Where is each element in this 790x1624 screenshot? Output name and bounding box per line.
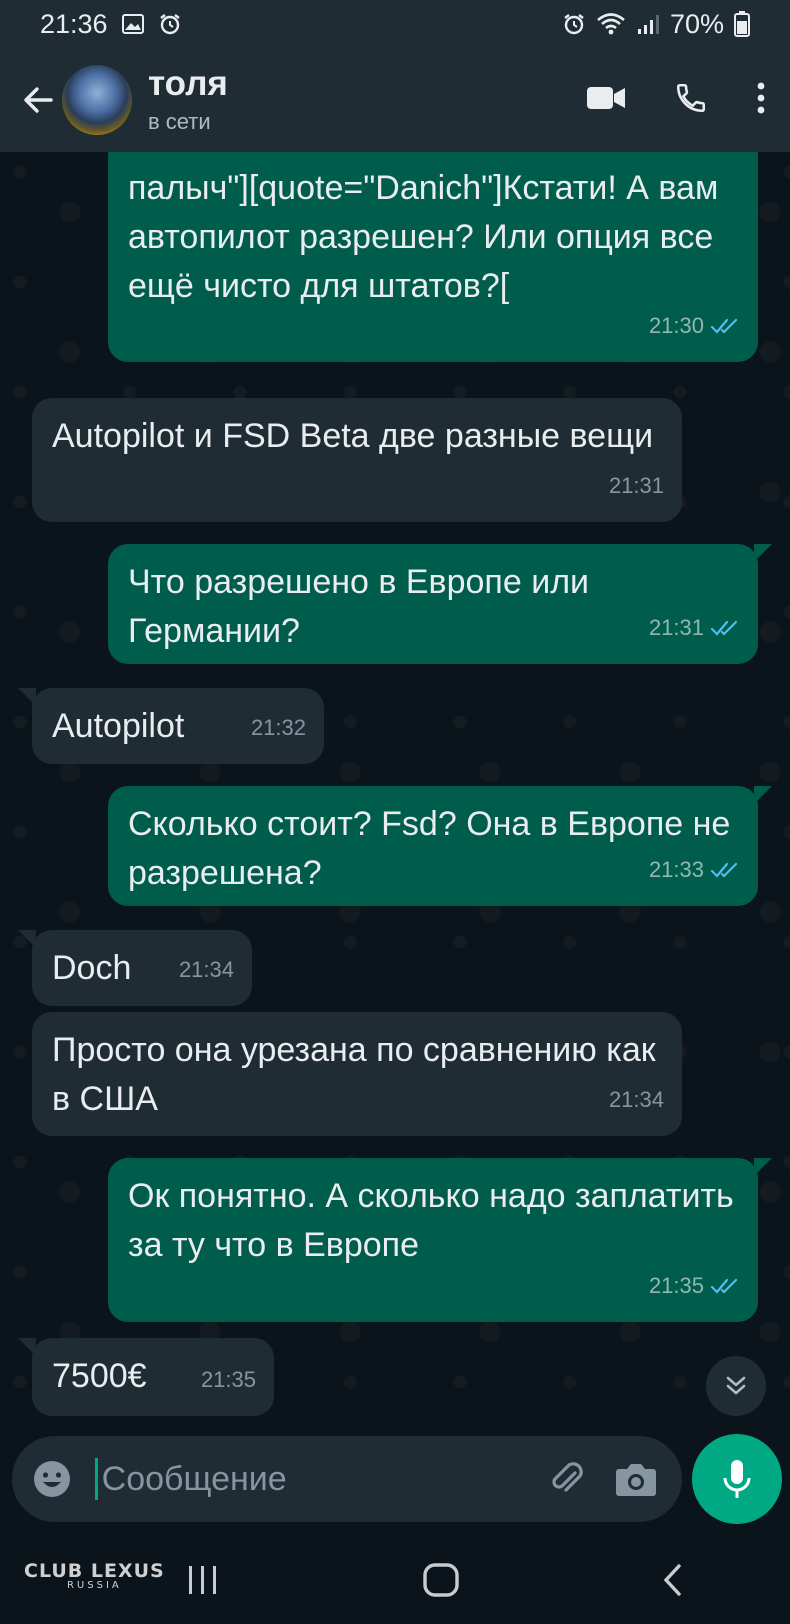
- chat-header: толя в сети: [0, 48, 790, 152]
- message-time: 21:30: [648, 313, 704, 338]
- recent-apps-icon: [189, 1565, 216, 1594]
- battery-percent: 70%: [669, 8, 724, 39]
- message-time: 21:35: [200, 1367, 256, 1392]
- emoji-button[interactable]: [30, 1454, 75, 1504]
- message-list[interactable]: палыч"][quote="Danich"]Кстати! А вам авт…: [0, 152, 790, 1432]
- home-button[interactable]: [422, 1562, 460, 1603]
- paperclip-icon: [552, 1462, 583, 1492]
- double-check-icon: [710, 862, 738, 878]
- kebab-menu-icon: [757, 82, 765, 113]
- message-text: Ок понятно. А сколько надо заплатить за …: [128, 1177, 734, 1264]
- message-text: Что разрешено в Европе или Германии?: [128, 563, 590, 650]
- message-time: 21:31: [608, 473, 664, 498]
- message-input[interactable]: [94, 1458, 545, 1500]
- signal-icon: [636, 12, 660, 36]
- message-text: Autopilot и FSD Beta две разные вещи: [52, 417, 654, 455]
- message-bubble-incoming[interactable]: Autopilot 21:32: [18, 688, 324, 764]
- contact-status: в сети: [148, 109, 211, 134]
- message-text: Сколько стоит? Fsd? Она в Европе не разр…: [128, 805, 731, 892]
- back-chevron-icon: [663, 1563, 681, 1596]
- microphone-icon: [723, 1460, 751, 1498]
- message-text: Просто она урезана по сравнению как в СШ…: [52, 1031, 656, 1118]
- status-bar: 21:36 70%: [0, 0, 790, 48]
- back-arrow-icon: [24, 87, 53, 113]
- watermark-logo: CLUB LEXUS RUSSIA: [24, 1560, 165, 1591]
- message-composer: [12, 1436, 682, 1522]
- alarm-icon: [158, 12, 182, 36]
- double-check-icon: [710, 1278, 738, 1294]
- battery-icon: [734, 11, 750, 37]
- phone-icon: [676, 83, 706, 112]
- message-bubble-outgoing[interactable]: Сколько стоит? Fsd? Она в Европе не разр…: [108, 786, 772, 906]
- back-nav-button[interactable]: [661, 1562, 685, 1603]
- voice-call-button[interactable]: [674, 81, 708, 120]
- contact-name: толя: [148, 64, 228, 103]
- status-time: 21:36: [40, 8, 108, 39]
- voice-message-button[interactable]: [692, 1434, 782, 1524]
- video-call-button[interactable]: [586, 84, 626, 117]
- message-time: 21:34: [178, 957, 234, 982]
- contact-avatar[interactable]: [62, 65, 132, 135]
- message-time: 21:32: [250, 715, 306, 740]
- home-icon: [423, 1562, 459, 1597]
- back-button[interactable]: [8, 70, 68, 130]
- double-check-icon: [710, 620, 738, 636]
- gallery-icon: [121, 14, 144, 34]
- message-time: 21:35: [648, 1273, 704, 1298]
- scroll-to-bottom-button[interactable]: [706, 1356, 766, 1416]
- message-bubble-outgoing[interactable]: палыч"][quote="Danich"]Кстати! А вам авт…: [108, 152, 758, 362]
- watermark-line1: CLUB LEXUS: [24, 1560, 165, 1582]
- more-options-button[interactable]: [756, 81, 766, 120]
- message-bubble-incoming[interactable]: Doch 21:34: [18, 930, 252, 1006]
- message-bubble-incoming[interactable]: Autopilot и FSD Beta две разные вещи 21:…: [32, 398, 682, 522]
- message-text: Doch: [52, 949, 132, 987]
- attach-button[interactable]: [545, 1454, 590, 1504]
- recent-apps-button[interactable]: [185, 1564, 221, 1601]
- video-camera-icon: [587, 86, 625, 109]
- message-time: 21:33: [648, 857, 704, 882]
- alarm-icon: [562, 12, 586, 36]
- message-time: 21:31: [648, 615, 704, 640]
- message-bubble-outgoing[interactable]: Ок понятно. А сколько надо заплатить за …: [108, 1158, 772, 1322]
- double-chevron-down-icon: [726, 1376, 746, 1395]
- message-bubble-incoming[interactable]: 7500€ 21:35: [18, 1338, 274, 1416]
- emoji-icon: [34, 1461, 71, 1497]
- double-check-icon: [710, 318, 738, 334]
- message-text: Autopilot: [52, 707, 185, 745]
- message-text: 7500€: [52, 1357, 147, 1395]
- message-bubble-incoming[interactable]: Просто она урезана по сравнению как в СШ…: [32, 1012, 682, 1136]
- camera-button[interactable]: [613, 1454, 658, 1504]
- message-bubble-outgoing[interactable]: Что разрешено в Европе или Германии? 21:…: [108, 544, 772, 664]
- camera-icon: [615, 1464, 656, 1496]
- message-time: 21:34: [608, 1087, 664, 1112]
- wifi-icon: [596, 12, 626, 36]
- contact-info[interactable]: толя в сети: [148, 65, 228, 135]
- message-text: палыч"][quote="Danich"]Кстати! А вам авт…: [128, 169, 719, 305]
